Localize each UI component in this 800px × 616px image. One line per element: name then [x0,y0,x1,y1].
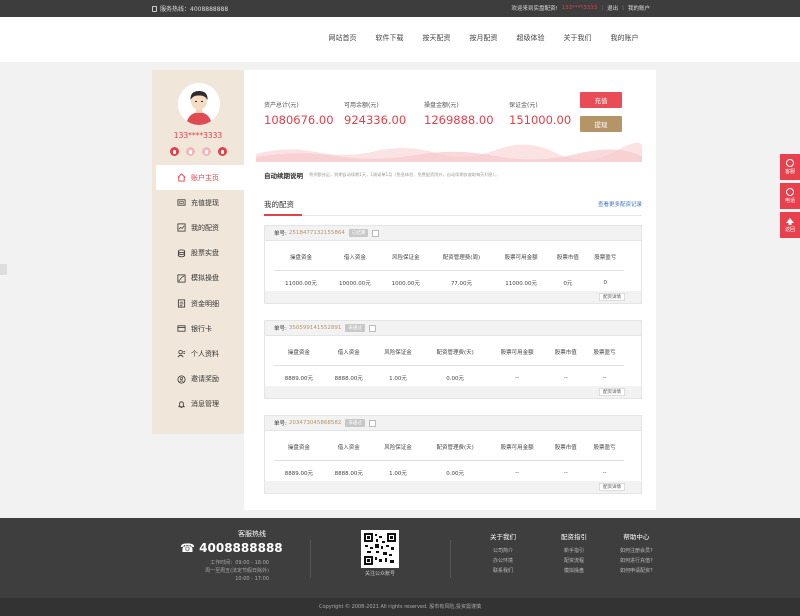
order-number: 2518477132155864 [288,230,345,236]
copyright: Copyright © 2008-2021 All rights reserve… [0,598,800,616]
card-icon [177,325,186,332]
more-records-link[interactable]: 查看更多配资记录 [598,200,642,208]
order-header: 单号: 2518477132155864 已结算 [265,226,641,241]
sidebar-item-fund-detail[interactable]: 资金明细 [156,291,244,316]
footer-col-help: 帮助中心 如何注册会员? 如何进行充值? 如何申请配资? [620,533,653,574]
order-header: 单号: 350599141552891 未通过 [265,321,641,336]
decorative-wave [256,142,642,162]
id-verified-icon[interactable] [186,147,195,156]
stat-total-assets: 资产总计(元) 1080676.00 [264,102,334,127]
phone-icon: ☎ [180,541,195,555]
funding-order: 单号: 203473045868582 未通过 操盘资金 借入资金 风险保证金 … [264,415,642,494]
stat-trading-amount: 操盘金额(元) 1269888.00 [424,102,494,127]
auto-renew-desc: 将余额充足，到期自动续期1天，1周或单1月（免息体验、免费配资除外，自动续期仅收… [309,172,500,177]
sidebar-item-recharge[interactable]: 充值提现 [156,190,244,215]
sidebar-item-bank-card[interactable]: 银行卡 [156,316,244,341]
status-badge: 未通过 [345,419,365,427]
phone-verified-icon[interactable] [170,147,179,156]
sidebar-item-real-stock[interactable]: 股票实盘 [156,241,244,266]
hotline: 服务热线：4008888888 [152,4,228,13]
order-header: 单号: 203473045868582 未通过 [265,416,641,431]
sidebar-item-messages[interactable]: 消息管理 [156,392,244,417]
footer-hours: 工作时间：09:00 - 18:00 周一至周五(法定节假日除外) 10:00 … [205,560,269,582]
sidebar: 133****3333 账户主页 充值提现 我的配资 股票实盘 模拟操盘 资金明… [152,70,244,434]
stat-available-balance: 可用余额(元) 924336.00 [344,102,407,127]
account-link[interactable]: 我的账户 [628,4,650,12]
sidebar-item-home[interactable]: 账户主页 [156,165,244,191]
sidebar-username: 133****3333 [173,131,223,140]
order-table: 操盘资金 借入资金 风险保证金 配资管理费(天) 股票可用金额 股票市值 股票盈… [274,435,624,486]
order-detail-button[interactable]: 配资详情 [599,483,625,491]
ledger-icon [177,299,186,308]
left-edge-tab[interactable] [0,264,7,275]
account-main: 资产总计(元) 1080676.00 可用余额(元) 924336.00 操盘金… [244,70,656,510]
nav-about[interactable]: 关于我们 [554,33,601,43]
order-table: 操盘资金 借入资金 风险保证金 配资管理费(周) 股票可用金额 股票市值 股票盈… [274,245,624,296]
phone-icon [786,188,794,196]
float-top-button[interactable]: 返回 [780,212,800,238]
delete-icon[interactable] [368,419,376,427]
nav-monthly[interactable]: 按月配资 [460,33,507,43]
sidebar-item-my-funding[interactable]: 我的配资 [156,215,244,240]
trend-icon [177,274,186,283]
funding-order: 单号: 2518477132155864 已结算 操盘资金 借入资金 风险保证金… [264,225,642,304]
status-badge: 未通过 [345,324,365,332]
logout-link[interactable]: 退出 [607,4,618,12]
delete-icon[interactable] [368,324,376,332]
phone-icon [152,5,157,12]
user-icon [177,350,186,358]
auto-renew-title: 自动续期说明 [264,172,303,180]
float-service-button[interactable]: 客服 [780,154,800,180]
float-phone-button[interactable]: 电话 [780,183,800,209]
top-username[interactable]: 133****3333 [562,5,598,11]
user-links: 欢迎来到实盘配资! 133****3333 | 退出 | 我的账户 [511,4,650,12]
qr-caption: 关注公众账号 [364,571,395,577]
top-bar: 服务热线：4008888888 欢迎来到实盘配资! 133****3333 | … [0,0,800,17]
bank-verified-icon[interactable] [202,147,211,156]
arrow-up-icon [786,217,794,225]
delete-icon[interactable] [372,229,380,237]
order-detail-button[interactable]: 配资详情 [599,388,625,396]
withdraw-button[interactable]: 提现 [580,116,622,132]
bell-icon [178,401,185,408]
nav-daily[interactable]: 按天配资 [413,33,460,43]
database-icon [177,249,186,257]
home-icon [177,173,186,182]
welcome-text: 欢迎来到实盘配资! [511,6,558,12]
avatar[interactable] [178,83,220,125]
nav-trial[interactable]: 超级体验 [507,33,554,43]
recharge-button[interactable]: 充值 [580,92,622,108]
funding-order: 单号: 350599141552891 未通过 操盘资金 借入资金 风险保证金 … [264,320,642,399]
footer-col-guide: 配资指引 新手指引 配资流程 模拟操盘 [561,533,587,574]
lock-icon[interactable] [218,147,227,156]
main-nav: 网站首页 软件下载 按天配资 按月配资 超级体验 关于我们 我的账户 [0,17,800,62]
chart-icon [177,223,186,232]
order-detail-button[interactable]: 配资详情 [599,293,625,301]
qr-code [361,530,399,568]
sidebar-item-profile[interactable]: 个人资料 [156,341,244,366]
wallet-icon [177,199,186,206]
asset-stats: 资产总计(元) 1080676.00 可用余额(元) 924336.00 操盘金… [264,100,589,127]
footer-phone: ☎ 4008888888 [180,541,283,555]
nav-account[interactable]: 我的账户 [601,33,648,43]
verify-badges [170,147,227,156]
footer: 客服热线 ☎ 4008888888 工作时间：09:00 - 18:00 周一至… [0,518,800,598]
nav-home[interactable]: 网站首页 [319,33,366,43]
order-table: 操盘资金 借入资金 风险保证金 配资管理费(天) 股票可用金额 股票市值 股票盈… [274,340,624,391]
stat-margin: 保证金(元) 151000.00 [509,102,572,127]
footer-hotline-title: 客服热线 [238,530,266,538]
headset-icon [786,159,794,167]
order-number: 350599141552891 [288,325,342,331]
order-number: 203473045868582 [288,420,342,426]
sidebar-item-simulate[interactable]: 模拟操盘 [156,266,244,291]
invite-icon [177,375,186,384]
my-funding-title: 我的配资 [264,200,294,209]
auto-renew-note: 自动续期说明 将余额充足，到期自动续期1天，1周或单1月（免息体验、免费配资除外… [264,170,499,180]
nav-download[interactable]: 软件下载 [366,33,413,43]
sidebar-menu: 账户主页 充值提现 我的配资 股票实盘 模拟操盘 资金明细 银行卡 个人资料 邀… [156,165,244,417]
footer-col-about: 关于我们 公司简介 办公环境 联系我们 [490,533,516,574]
status-badge: 已结算 [348,229,369,237]
sidebar-item-invite[interactable]: 邀请奖励 [156,367,244,392]
hotline-text: 服务热线：4008888888 [160,6,229,13]
